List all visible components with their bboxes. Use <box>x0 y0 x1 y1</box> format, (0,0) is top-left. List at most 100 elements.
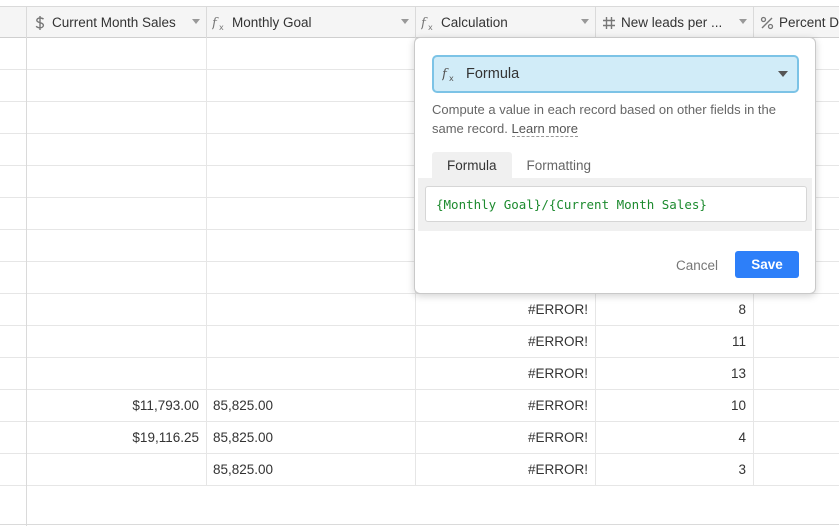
cell-current-month-sales[interactable]: $19,116.25 <box>26 422 207 453</box>
cell-monthly-goal[interactable]: 85,825.00 <box>206 390 416 421</box>
svg-text:f: f <box>421 16 428 31</box>
cell-current-month-sales[interactable] <box>26 262 207 293</box>
row-number-cell[interactable] <box>0 38 27 69</box>
cell-current-month-sales[interactable] <box>26 70 207 101</box>
cell-calculation[interactable]: #ERROR! <box>415 326 596 357</box>
row-number-cell[interactable] <box>0 102 27 133</box>
column-header-calculation[interactable]: fx Calculation <box>415 7 596 38</box>
cell-percent[interactable] <box>753 390 839 421</box>
cell-current-month-sales[interactable] <box>26 166 207 197</box>
cell-new-leads[interactable]: 11 <box>595 326 754 357</box>
formula-panel: {Monthly Goal}/{Current Month Sales} <box>418 178 812 231</box>
table-row[interactable]: #ERROR! 13 <box>0 358 839 390</box>
chevron-down-icon[interactable] <box>401 19 409 24</box>
cell-current-month-sales[interactable] <box>26 230 207 261</box>
table-row[interactable]: 85,825.00 #ERROR! 3 <box>0 454 839 486</box>
row-number-cell[interactable] <box>0 422 27 453</box>
column-header-label: New leads per ... <box>621 15 723 30</box>
column-header-percent[interactable]: Percent D <box>753 7 839 38</box>
cell-monthly-goal[interactable] <box>206 262 416 293</box>
cell-current-month-sales[interactable] <box>26 102 207 133</box>
row-number-cell[interactable] <box>0 134 27 165</box>
cell-monthly-goal[interactable] <box>206 326 416 357</box>
cell-new-leads[interactable]: 4 <box>595 422 754 453</box>
row-number-cell[interactable] <box>0 454 27 485</box>
row-number-cell[interactable] <box>0 326 27 357</box>
cancel-button[interactable]: Cancel <box>668 252 726 278</box>
cell-monthly-goal[interactable] <box>206 102 416 133</box>
save-button[interactable]: Save <box>735 251 799 278</box>
svg-text:f: f <box>212 16 219 31</box>
tab-formula[interactable]: Formula <box>432 152 512 178</box>
cell-calculation[interactable]: #ERROR! <box>415 358 596 389</box>
cell-monthly-goal[interactable]: 85,825.00 <box>206 454 416 485</box>
cell-percent[interactable] <box>753 294 839 325</box>
cell-calculation[interactable]: #ERROR! <box>415 454 596 485</box>
cell-current-month-sales[interactable] <box>26 198 207 229</box>
cell-new-leads[interactable]: 3 <box>595 454 754 485</box>
cell-current-month-sales[interactable]: $11,793.00 <box>26 390 207 421</box>
row-number-cell[interactable] <box>0 294 27 325</box>
grid-left-divider <box>26 38 27 526</box>
row-number-cell[interactable] <box>0 390 27 421</box>
column-header-monthly-goal[interactable]: fx Monthly Goal <box>206 7 416 38</box>
tab-formatting[interactable]: Formatting <box>512 152 607 178</box>
chevron-down-icon[interactable] <box>581 19 589 24</box>
cell-monthly-goal[interactable] <box>206 38 416 69</box>
cell-monthly-goal[interactable] <box>206 294 416 325</box>
cell-monthly-goal[interactable] <box>206 198 416 229</box>
cell-monthly-goal[interactable]: 85,825.00 <box>206 422 416 453</box>
cell-monthly-goal[interactable] <box>206 166 416 197</box>
cell-monthly-goal[interactable] <box>206 230 416 261</box>
formula-icon: fx <box>212 15 228 31</box>
cell-new-leads[interactable]: 13 <box>595 358 754 389</box>
row-number-cell[interactable] <box>0 198 27 229</box>
cell-monthly-goal[interactable] <box>206 358 416 389</box>
cell-calculation[interactable]: #ERROR! <box>415 422 596 453</box>
cell-current-month-sales[interactable] <box>26 454 207 485</box>
chevron-down-icon[interactable] <box>739 19 747 24</box>
cell-percent[interactable] <box>753 454 839 485</box>
description-text: Compute a value in each record based on … <box>432 102 776 136</box>
row-number-cell[interactable] <box>0 262 27 293</box>
table-row[interactable]: #ERROR! 11 <box>0 326 839 358</box>
table-row[interactable]: $19,116.25 85,825.00 #ERROR! 4 <box>0 422 839 454</box>
column-header-current-month-sales[interactable]: Current Month Sales <box>26 7 207 38</box>
cell-monthly-goal[interactable] <box>206 134 416 165</box>
cell-monthly-goal[interactable] <box>206 70 416 101</box>
field-type-description: Compute a value in each record based on … <box>432 100 804 138</box>
column-header-new-leads[interactable]: New leads per ... <box>595 7 754 38</box>
field-type-select[interactable]: fx Formula <box>432 55 799 93</box>
cell-calculation[interactable]: #ERROR! <box>415 294 596 325</box>
table-row[interactable]: $11,793.00 85,825.00 #ERROR! 10 <box>0 390 839 422</box>
cell-current-month-sales[interactable] <box>26 294 207 325</box>
cell-current-month-sales[interactable] <box>26 38 207 69</box>
cell-current-month-sales[interactable] <box>26 326 207 357</box>
chevron-down-icon[interactable] <box>192 19 200 24</box>
table-row[interactable]: #ERROR! 8 <box>0 294 839 326</box>
cell-calculation[interactable]: #ERROR! <box>415 390 596 421</box>
cell-current-month-sales[interactable] <box>26 134 207 165</box>
column-header-label: Percent D <box>779 15 839 30</box>
cell-current-month-sales[interactable] <box>26 358 207 389</box>
percent-icon <box>759 15 775 31</box>
row-number-cell[interactable] <box>0 166 27 197</box>
column-header-label: Calculation <box>441 15 508 30</box>
cell-new-leads[interactable]: 10 <box>595 390 754 421</box>
cell-percent[interactable] <box>753 358 839 389</box>
cell-percent[interactable] <box>753 422 839 453</box>
svg-text:f: f <box>442 67 449 82</box>
row-number-cell[interactable] <box>0 358 27 389</box>
row-number-cell[interactable] <box>0 70 27 101</box>
column-header-label: Monthly Goal <box>232 15 312 30</box>
chevron-down-icon <box>778 71 788 77</box>
svg-text:x: x <box>219 23 224 31</box>
learn-more-link[interactable]: Learn more <box>511 121 578 137</box>
hash-icon <box>601 15 617 31</box>
cell-percent[interactable] <box>753 326 839 357</box>
row-number-cell[interactable] <box>0 230 27 261</box>
cell-new-leads[interactable]: 8 <box>595 294 754 325</box>
formula-icon: fx <box>421 15 437 31</box>
formula-input[interactable]: {Monthly Goal}/{Current Month Sales} <box>425 186 807 222</box>
grid-footer-line <box>0 524 839 525</box>
